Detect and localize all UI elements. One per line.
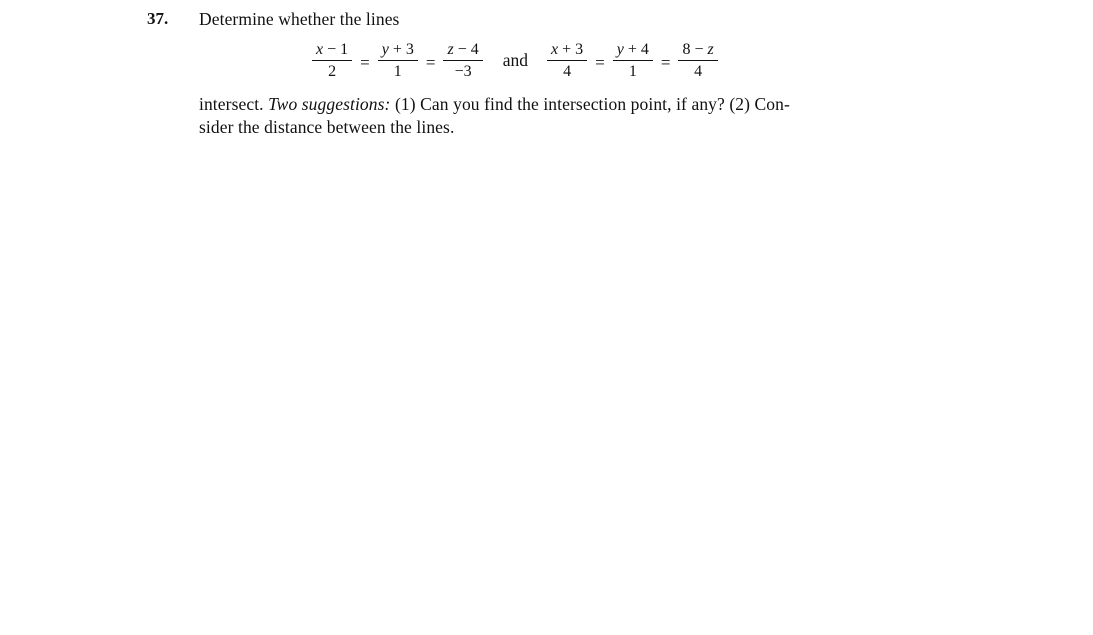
suggestions-label: Two suggestions: — [268, 94, 391, 114]
problem-intro: Determine whether the lines — [199, 9, 400, 29]
fraction-line1-y: y + 3 1 — [377, 41, 418, 81]
body-text: (1) Can you find the intersection point,… — [390, 94, 790, 114]
fraction-line2-z: 8 − z 4 — [678, 41, 718, 81]
fraction-line1-x: x − 1 2 — [312, 41, 353, 81]
problem-number: 37. — [147, 9, 169, 28]
denominator: 4 — [694, 63, 703, 80]
numerator: z − 4 — [443, 41, 483, 61]
body-text: intersect. — [199, 94, 269, 114]
numerator: 8 − z — [678, 41, 718, 61]
problem-body-line-1: intersect. Two suggestions: (1) Can you … — [199, 94, 790, 115]
denominator: 2 — [328, 63, 337, 80]
numerator: y + 4 — [612, 41, 653, 61]
equals-sign: = — [660, 53, 671, 72]
equals-sign: = — [360, 53, 370, 72]
problem-body-line-2: sider the distance between the lines. — [199, 117, 455, 137]
denominator: 1 — [628, 63, 637, 80]
denominator: 1 — [393, 63, 402, 80]
equation-row: x − 1 2 = y + 3 1 = z − 4 −3 and x + 3 4… — [310, 38, 720, 84]
denominator: 4 — [563, 63, 572, 80]
equals-sign: = — [595, 53, 605, 72]
connector-and: and — [502, 49, 529, 70]
fraction-line2-y: y + 4 1 — [612, 41, 653, 81]
numerator: x − 1 — [312, 41, 353, 61]
fraction-line2-x: x + 3 4 — [547, 41, 588, 81]
fraction-line1-z: z − 4 −3 — [443, 41, 483, 81]
numerator: y + 3 — [377, 41, 418, 61]
denominator: −3 — [454, 63, 472, 80]
equals-sign: = — [425, 53, 436, 72]
numerator: x + 3 — [547, 41, 588, 61]
